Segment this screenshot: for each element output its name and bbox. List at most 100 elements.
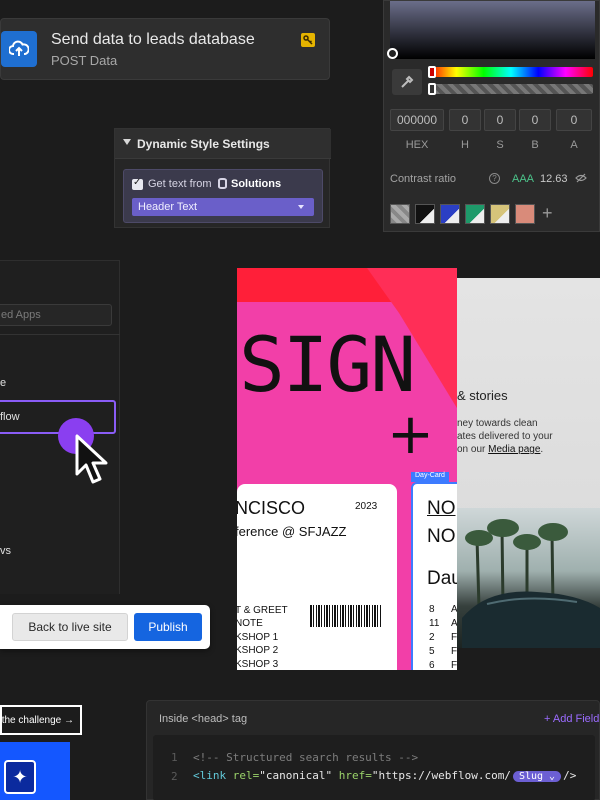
code-token: href=	[338, 769, 372, 782]
code-token: "canonical"	[259, 769, 333, 782]
hue-slider[interactable]	[428, 66, 593, 78]
card-line: NO	[427, 526, 456, 547]
ticket-card[interactable]: NCISCO 2023 ference @ SFJAZZ T & GREET N…	[237, 484, 397, 670]
card-line: Dau	[427, 568, 457, 589]
ticket-conference: ference @ SFJAZZ	[237, 524, 347, 539]
brightness-input[interactable]: 0	[519, 109, 551, 131]
line-number: 2	[171, 770, 178, 783]
publish-bar: Back to live site Publish	[0, 605, 210, 649]
code-token: <link	[193, 769, 227, 782]
slug-field-pill[interactable]: Slug ⌄	[512, 771, 562, 782]
sidebar-item[interactable]: e	[0, 377, 6, 389]
ticket-line: T & GREET	[237, 605, 288, 616]
dynamic-binding-box: ✓ Get text from Solutions Header Text	[123, 169, 323, 223]
field-select-value: Header Text	[138, 201, 198, 213]
a-label: A	[570, 139, 578, 151]
slug-label: Slug	[518, 771, 544, 782]
s-label: S	[496, 139, 504, 151]
card-line: NO	[427, 498, 456, 519]
card-number: 2	[429, 632, 435, 643]
ticket-line: KSHOP 1	[237, 632, 279, 643]
color-handle[interactable]	[387, 48, 398, 59]
field-select[interactable]: Header Text	[132, 198, 314, 216]
ticket-year: 2023	[355, 501, 378, 512]
element-tag: Day-Card	[411, 472, 449, 482]
code-line-2: <link rel="canonical" href="https://webf…	[193, 769, 576, 782]
chevron-down-icon	[298, 205, 304, 209]
join-challenge-button[interactable]: n the challenge →	[0, 705, 82, 735]
stories-title: & stories	[457, 388, 508, 403]
swatch-blue[interactable]	[440, 204, 460, 224]
stories-text-suffix: .	[540, 444, 544, 455]
contrast-value: 12.63	[540, 173, 568, 185]
contrast-ratio-label: Contrast ratio	[390, 173, 457, 185]
alpha-slider-handle[interactable]	[428, 83, 436, 95]
stories-text: ney towards clean	[457, 418, 538, 429]
day-card[interactable]: Day-Card NO NO Dau 8 A 11 A 2 F 5 F 6 F	[411, 472, 457, 670]
card-number: 6	[429, 660, 435, 670]
contrast-grade: AAA	[512, 173, 535, 185]
database-icon	[218, 178, 227, 189]
collection-source: Solutions	[231, 178, 282, 190]
stories-text-line: on our Media page.	[457, 444, 543, 455]
headline: SIGN	[239, 320, 416, 409]
code-editor[interactable]: 1 <!-- Structured search results --> 2 <…	[153, 735, 595, 800]
ticket-city: NCISCO	[237, 498, 306, 518]
canvas: Send data to leads database POST Data Dy…	[0, 0, 600, 800]
saturation-input[interactable]: 0	[484, 109, 516, 131]
caret-down-icon	[123, 139, 131, 145]
barcode-icon	[310, 605, 382, 627]
card-number: 11	[429, 618, 440, 629]
saturation-brightness-area[interactable]	[390, 1, 595, 59]
ticket-line: KSHOP 2	[237, 645, 279, 656]
design-preview: SIGN + NCISCO 2023 ference @ SFJAZZ T & …	[237, 268, 457, 670]
swatch-transparent[interactable]	[390, 204, 410, 224]
hue-input[interactable]: 0	[449, 109, 481, 131]
back-to-live-site-button[interactable]: Back to live site	[12, 613, 128, 641]
swatch-salmon[interactable]	[515, 204, 535, 224]
pointer-cursor-icon	[74, 434, 110, 491]
help-icon[interactable]: ?	[489, 173, 500, 184]
code-token: />	[563, 769, 577, 782]
sidebar-item-label: flow	[0, 411, 20, 423]
cloud-upload-icon	[1, 31, 37, 67]
integration-subtitle: POST Data	[51, 53, 118, 68]
code-line-1: <!-- Structured search results -->	[193, 751, 419, 764]
add-swatch-button[interactable]: +	[542, 203, 553, 224]
swatch-black[interactable]	[415, 204, 435, 224]
hex-input[interactable]: 000000	[390, 109, 444, 131]
divider	[0, 334, 120, 335]
ticket-line: NOTE	[237, 618, 263, 629]
key-icon[interactable]	[301, 33, 315, 47]
get-text-checkbox[interactable]: ✓	[132, 177, 143, 190]
code-token: rel=	[232, 769, 260, 782]
card-number: 8	[429, 604, 435, 615]
swatch-sand[interactable]	[490, 204, 510, 224]
car-photo	[457, 508, 600, 648]
alpha-slider[interactable]	[428, 83, 593, 95]
plus-glyph: +	[387, 402, 434, 467]
calendar-star-icon: ✦	[4, 760, 36, 794]
integration-card[interactable]: Send data to leads database POST Data	[0, 18, 330, 80]
search-input[interactable]: ed Apps	[0, 304, 112, 326]
swatch-green[interactable]	[465, 204, 485, 224]
hue-slider-handle[interactable]	[428, 66, 436, 78]
card-letter: F	[451, 660, 457, 670]
card-number: 5	[429, 646, 435, 657]
code-panel-title: Inside <head> tag	[159, 713, 248, 725]
sidebar-item[interactable]: vs	[0, 545, 11, 557]
eyedropper-icon[interactable]	[392, 69, 422, 95]
media-page-link[interactable]: Media page	[488, 444, 540, 455]
eye-off-icon[interactable]	[575, 173, 587, 186]
b-label: B	[531, 139, 539, 151]
custom-code-panel: Inside <head> tag + Add Field 1 <!-- Str…	[146, 700, 600, 800]
check-icon: ✓	[133, 177, 142, 188]
integration-title: Send data to leads database	[51, 31, 255, 48]
stories-text: on our	[457, 444, 486, 455]
get-text-label: Get text from	[148, 178, 212, 190]
publish-button[interactable]: Publish	[134, 613, 202, 641]
dynamic-style-header[interactable]: Dynamic Style Settings	[115, 129, 331, 159]
add-field-button[interactable]: + Add Field	[544, 713, 599, 725]
h-label: H	[461, 139, 469, 151]
alpha-input[interactable]: 0	[556, 109, 592, 131]
